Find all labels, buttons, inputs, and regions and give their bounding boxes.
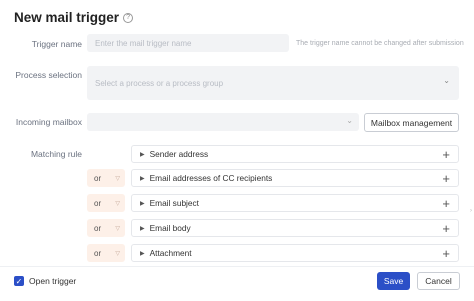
operator-select[interactable]: or ▽ <box>87 244 125 262</box>
rule-label: Email addresses of CC recipients <box>149 173 273 183</box>
expand-triangle-icon[interactable]: ▶ <box>140 151 145 158</box>
process-select-placeholder: Select a process or a process group <box>95 78 224 88</box>
scroll-indicator[interactable]: › <box>470 208 472 214</box>
rule-label: Email subject <box>149 198 199 208</box>
process-selection-label: Process selection <box>15 70 82 80</box>
expand-triangle-icon[interactable]: ▶ <box>140 175 145 182</box>
chevron-down-icon: ▽ <box>115 250 120 257</box>
rule-label: Email body <box>149 223 191 233</box>
help-icon[interactable]: ? <box>123 12 134 23</box>
operator-value: or <box>94 223 102 233</box>
cancel-button[interactable]: Cancel <box>417 272 460 290</box>
save-button[interactable]: Save <box>377 272 410 290</box>
rule-row-email-subject[interactable]: ▶ Email subject + <box>131 194 459 212</box>
operator-select[interactable]: or ▽ <box>87 194 125 212</box>
chevron-down-icon: ▽ <box>115 225 120 232</box>
add-condition-icon[interactable]: + <box>442 197 450 210</box>
mailbox-select[interactable]: ⌄ <box>87 113 359 131</box>
rule-row-email-body[interactable]: ▶ Email body + <box>131 219 459 237</box>
add-condition-icon[interactable]: + <box>442 148 450 161</box>
expand-triangle-icon[interactable]: ▶ <box>140 250 145 257</box>
rule-label: Attachment <box>149 248 192 258</box>
trigger-name-hint: The trigger name cannot be changed after… <box>296 40 464 47</box>
rule-row-cc-recipients[interactable]: ▶ Email addresses of CC recipients + <box>131 169 459 187</box>
rule-row-sender-address[interactable]: ▶ Sender address + <box>131 145 459 163</box>
incoming-mailbox-label: Incoming mailbox <box>15 117 82 127</box>
operator-value: or <box>94 198 102 208</box>
matching-rule-label: Matching rule <box>30 149 82 159</box>
chevron-down-icon: ⌄ <box>346 116 353 125</box>
trigger-name-input[interactable]: Enter the mail trigger name <box>87 34 289 52</box>
operator-value: or <box>94 173 102 183</box>
expand-triangle-icon[interactable]: ▶ <box>140 200 145 207</box>
process-select[interactable]: Select a process or a process group ⌄ <box>87 66 459 100</box>
add-condition-icon[interactable]: + <box>442 222 450 235</box>
operator-value: or <box>94 248 102 258</box>
rule-label: Sender address <box>149 149 209 159</box>
chevron-down-icon: ▽ <box>115 175 120 182</box>
trigger-name-label: Trigger name <box>31 39 82 49</box>
chevron-down-icon: ▽ <box>115 200 120 207</box>
dialog-title: New mail trigger ? <box>14 10 134 25</box>
add-condition-icon[interactable]: + <box>442 172 450 185</box>
operator-select[interactable]: or ▽ <box>87 219 125 237</box>
open-trigger-label: Open trigger <box>29 276 77 286</box>
add-condition-icon[interactable]: + <box>442 247 450 260</box>
mailbox-management-button[interactable]: Mailbox management <box>364 113 459 132</box>
footer-divider <box>0 266 474 267</box>
chevron-down-icon: ⌄ <box>443 76 450 85</box>
expand-triangle-icon[interactable]: ▶ <box>140 225 145 232</box>
dialog-title-text: New mail trigger <box>14 10 120 25</box>
operator-select[interactable]: or ▽ <box>87 169 125 187</box>
rule-row-attachment[interactable]: ▶ Attachment + <box>131 244 459 262</box>
open-trigger-checkbox[interactable]: ✓ <box>14 276 24 286</box>
